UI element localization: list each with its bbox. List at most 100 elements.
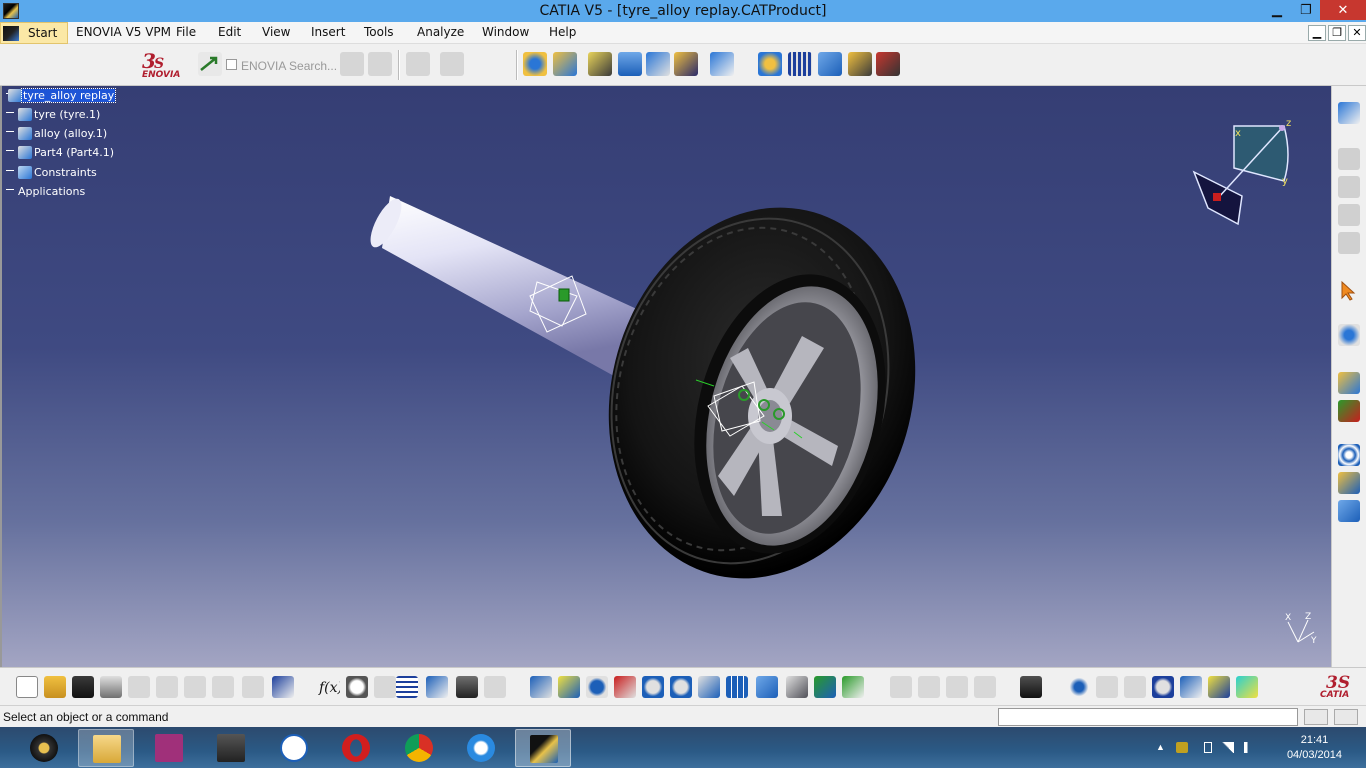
copy-icon[interactable] xyxy=(156,676,178,698)
analysis-tool4-icon[interactable] xyxy=(974,676,996,698)
rotate-icon[interactable] xyxy=(614,676,636,698)
menu-insert[interactable]: Insert xyxy=(311,25,345,39)
restore-button[interactable]: ❐ xyxy=(1292,0,1320,20)
shaft-part[interactable] xyxy=(364,194,652,376)
compass-widget[interactable]: x y z xyxy=(1192,118,1292,236)
search-icon[interactable] xyxy=(1152,676,1174,698)
measure-icon[interactable] xyxy=(848,52,872,76)
doc-restore-button[interactable]: ❐ xyxy=(1328,25,1346,41)
taskbar-capture[interactable] xyxy=(203,729,259,767)
menu-help[interactable]: Help xyxy=(549,25,576,39)
forward-icon[interactable] xyxy=(1124,676,1146,698)
tools-icon[interactable] xyxy=(876,52,900,76)
close-button[interactable]: ✕ xyxy=(1320,0,1366,20)
new-file-icon[interactable] xyxy=(16,676,38,698)
comment-icon[interactable] xyxy=(346,676,368,698)
fit-all-icon[interactable] xyxy=(558,676,580,698)
analysis-tool2-icon[interactable] xyxy=(918,676,940,698)
section-icon[interactable] xyxy=(1180,676,1202,698)
tyre-alloy-model[interactable]: x y z X Z Y xyxy=(2,86,1331,667)
target-icon[interactable] xyxy=(1068,676,1090,698)
manipulate-icon[interactable] xyxy=(618,52,642,76)
paste-icon[interactable] xyxy=(184,676,206,698)
enovia-search-checkbox[interactable] xyxy=(226,59,237,70)
menu-enovia[interactable]: ENOVIA V5 VPM xyxy=(76,25,171,39)
status-tool2-icon[interactable] xyxy=(1334,709,1358,725)
camera-icon[interactable] xyxy=(1020,676,1042,698)
formula-icon[interactable]: f(x) xyxy=(318,676,343,698)
normal-view-icon[interactable] xyxy=(698,676,720,698)
hierarchy-icon[interactable] xyxy=(426,676,448,698)
start-menu[interactable]: Start xyxy=(0,22,68,44)
tray-network-icon[interactable] xyxy=(1222,742,1234,753)
new-component-icon[interactable] xyxy=(1338,148,1360,170)
tray-expand-icon[interactable]: ▲ xyxy=(1156,742,1168,753)
settings-gear-icon[interactable] xyxy=(1338,324,1360,346)
enovia-search-label[interactable]: ENOVIA Search... xyxy=(241,59,337,73)
menu-start[interactable]: Start xyxy=(28,26,57,40)
product-tool2-icon[interactable] xyxy=(440,52,464,76)
assembly-icon[interactable] xyxy=(553,52,577,76)
taskbar-chrome[interactable] xyxy=(391,729,447,767)
multi-instance-icon[interactable] xyxy=(1338,472,1360,494)
taskbar-explorer[interactable] xyxy=(78,729,134,767)
taskbar-media-player[interactable] xyxy=(16,729,72,767)
redo-icon[interactable] xyxy=(242,676,264,698)
spiral-icon[interactable] xyxy=(1338,444,1360,466)
shading-icon[interactable] xyxy=(786,676,808,698)
link-icon[interactable] xyxy=(374,676,396,698)
zoom-out-icon[interactable] xyxy=(670,676,692,698)
3d-viewport[interactable]: tyre_alloy replay tyre (tyre.1) alloy (a… xyxy=(0,86,1331,667)
status-tool1-icon[interactable] xyxy=(1304,709,1328,725)
taskbar-presentation[interactable] xyxy=(141,729,197,767)
product-structure-icon[interactable] xyxy=(1338,102,1360,124)
explode-icon[interactable] xyxy=(674,52,698,76)
menu-edit[interactable]: Edit xyxy=(218,25,241,39)
menu-view[interactable]: View xyxy=(262,25,290,39)
tray-security-icon[interactable] xyxy=(1176,742,1188,753)
render-icon[interactable] xyxy=(1208,676,1230,698)
publish-icon[interactable] xyxy=(1338,400,1360,422)
taskbar-opera[interactable] xyxy=(328,729,384,767)
analysis-tool1-icon[interactable] xyxy=(890,676,912,698)
print-icon[interactable] xyxy=(100,676,122,698)
constraint-icon[interactable] xyxy=(758,52,782,76)
analysis-tool3-icon[interactable] xyxy=(946,676,968,698)
zoom-in-icon[interactable] xyxy=(642,676,664,698)
table-icon[interactable] xyxy=(396,676,418,698)
scene-icon[interactable] xyxy=(1338,372,1360,394)
enovia-logo[interactable]: 3S ENOVIA xyxy=(138,48,186,82)
menu-tools[interactable]: Tools xyxy=(364,25,394,39)
sheet-icon[interactable] xyxy=(484,676,506,698)
rewind-icon[interactable] xyxy=(1096,676,1118,698)
insert-component-icon[interactable] xyxy=(588,52,612,76)
new-product-icon[interactable] xyxy=(1338,176,1360,198)
cut-icon[interactable] xyxy=(128,676,150,698)
open-folder-icon[interactable] xyxy=(44,676,66,698)
taskbar-catia[interactable] xyxy=(515,729,571,767)
menu-window[interactable]: Window xyxy=(482,25,529,39)
clash-icon[interactable] xyxy=(710,52,734,76)
taskbar-hp[interactable] xyxy=(266,729,322,767)
swap-space-icon[interactable] xyxy=(842,676,864,698)
reorder-icon[interactable] xyxy=(1338,500,1360,522)
iso-view-icon[interactable] xyxy=(756,676,778,698)
enovia-send-icon[interactable] xyxy=(198,52,222,76)
enovia-tool2-icon[interactable] xyxy=(368,52,392,76)
fly-mode-icon[interactable] xyxy=(530,676,552,698)
product-tool1-icon[interactable] xyxy=(406,52,430,76)
minimize-button[interactable]: ▁ xyxy=(1262,0,1292,20)
doc-minimize-button[interactable]: ▁ xyxy=(1308,25,1326,41)
new-part-icon[interactable] xyxy=(1338,204,1360,226)
catalog-icon[interactable] xyxy=(788,52,812,76)
existing-component-icon[interactable] xyxy=(1338,232,1360,254)
menu-analyze[interactable]: Analyze xyxy=(417,25,464,39)
taskbar-clock[interactable]: 21:41 04/03/2014 xyxy=(1287,733,1342,763)
taskbar-ie[interactable] xyxy=(453,729,509,767)
snap-icon[interactable] xyxy=(646,52,670,76)
save-icon[interactable] xyxy=(72,676,94,698)
pan-icon[interactable] xyxy=(586,676,608,698)
menu-file[interactable]: File xyxy=(176,25,196,39)
component-icon[interactable] xyxy=(818,52,842,76)
command-input[interactable] xyxy=(998,708,1298,726)
